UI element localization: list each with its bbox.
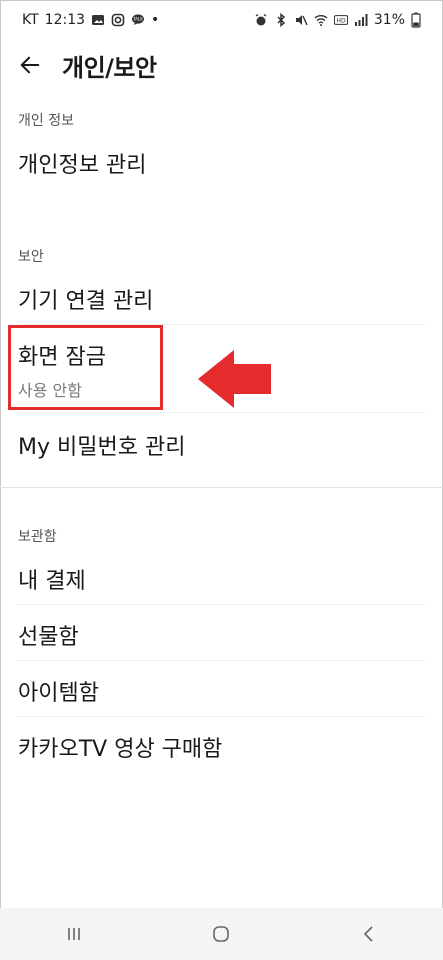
section-divider (0, 487, 443, 488)
back-button[interactable] (14, 49, 46, 81)
my-payments[interactable]: 내 결제 (0, 563, 443, 603)
battery-percent: 31% (373, 12, 405, 28)
nav-back-button[interactable] (339, 914, 399, 954)
item-label: 내 결제 (18, 569, 86, 594)
status-bar: KT 12:13 TALK • HD 31% (0, 0, 443, 40)
item-label: 아이템함 (18, 681, 99, 706)
svg-text:HD: HD (336, 18, 346, 25)
red-arrow-icon (198, 350, 271, 408)
bluetooth-icon (274, 13, 288, 27)
clock: 12:13 (44, 12, 86, 28)
kakaotv-purchase-box[interactable]: 카카오TV 영상 구매함 (0, 731, 443, 771)
mute-icon (294, 13, 308, 27)
notification-dot: • (151, 12, 160, 28)
alarm-icon (254, 13, 268, 27)
section-header-storage: 보관함 (18, 529, 57, 545)
signal-icon (354, 13, 368, 27)
recent-apps-button[interactable] (44, 914, 104, 954)
image-icon (91, 13, 105, 27)
row-divider (18, 660, 425, 661)
gift-box[interactable]: 선물함 (0, 619, 443, 659)
battery-icon (411, 12, 421, 28)
page-title: 개인/보안 (62, 54, 157, 82)
section-header-personal: 개인 정보 (18, 113, 74, 129)
system-nav-bar (0, 908, 443, 960)
item-label: 기기 연결 관리 (18, 289, 154, 314)
highlight-box (8, 325, 163, 410)
app-header: 개인/보안 (0, 40, 443, 90)
wifi-icon (314, 13, 328, 27)
item-label: 개인정보 관리 (18, 153, 147, 178)
item-label: 카카오TV 영상 구매함 (18, 737, 223, 762)
arrow-left-icon (20, 56, 40, 74)
home-icon (213, 926, 230, 942)
row-divider (18, 716, 425, 717)
instagram-icon (111, 13, 125, 27)
hd-icon: HD (333, 13, 348, 27)
screen-frame (0, 0, 443, 960)
item-label: 선물함 (18, 625, 79, 650)
carrier-label: KT (22, 12, 39, 28)
back-icon (364, 926, 373, 942)
svg-text:TALK: TALK (132, 17, 143, 22)
section-header-security: 보안 (18, 249, 44, 265)
device-connection-management[interactable]: 기기 연결 관리 (0, 283, 443, 323)
row-divider (18, 412, 425, 413)
recent-apps-icon (68, 928, 80, 940)
my-password-management[interactable]: My 비밀번호 관리 (0, 429, 443, 469)
talk-icon: TALK (131, 13, 145, 27)
row-divider (18, 604, 425, 605)
item-label: My 비밀번호 관리 (18, 435, 186, 460)
personal-info-management[interactable]: 개인정보 관리 (0, 147, 443, 187)
home-button[interactable] (191, 914, 251, 954)
item-box[interactable]: 아이템함 (0, 675, 443, 715)
